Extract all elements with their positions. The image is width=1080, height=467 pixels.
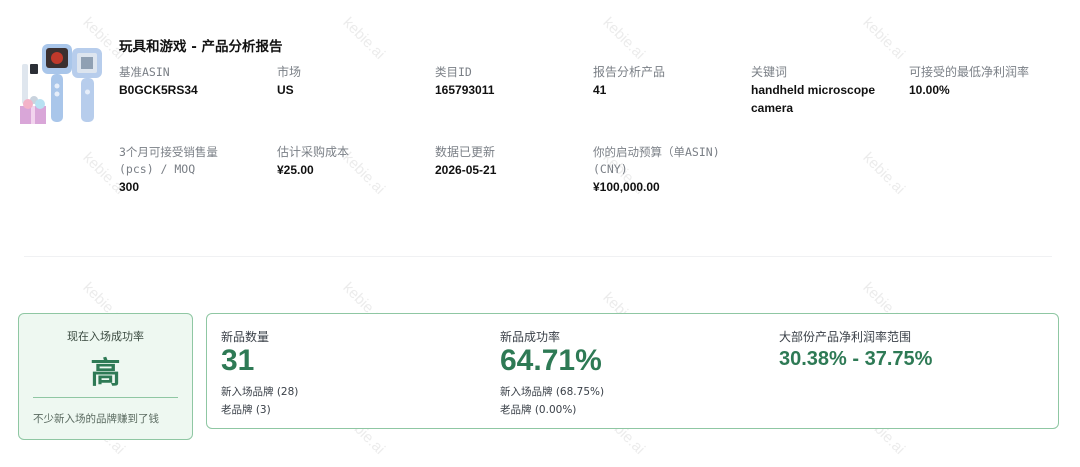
meta-label-category-id: 类目ID bbox=[435, 65, 472, 79]
meta-value-category-id: 165793011 bbox=[435, 83, 495, 97]
success-rate-value: 64.71% bbox=[500, 344, 602, 377]
meta-label-sales-moq: 3个月可接受销售量 (pcs) / MOQ bbox=[119, 145, 218, 176]
entry-success-value: 高 bbox=[90, 356, 121, 391]
entry-success-note: 不少新入场的品牌赚到了钱 bbox=[33, 413, 159, 425]
meta-value-purchase-cost: ¥25.00 bbox=[277, 163, 314, 177]
meta-value-base-asin: B0GCK5RS34 bbox=[119, 83, 198, 97]
meta-label-base-asin: 基准ASIN bbox=[119, 65, 170, 79]
entry-success-card: 现在入场成功率 高 不少新入场的品牌赚到了钱 bbox=[18, 313, 193, 440]
new-count-new-brands: 新入场品牌 (28) bbox=[221, 386, 299, 398]
success-rate-old-brands: 老品牌 (0.00%) bbox=[500, 404, 577, 416]
meta-label-analyzed-products: 报告分析产品 bbox=[593, 65, 666, 79]
meta-label-launch-budget: 你的启动预算（单ASIN) (CNY) bbox=[593, 145, 720, 176]
meta-value-launch-budget: ¥100,000.00 bbox=[593, 180, 660, 194]
entry-success-title: 现在入场成功率 bbox=[67, 330, 144, 343]
card-divider bbox=[33, 397, 178, 398]
section-divider bbox=[24, 256, 1052, 257]
meta-label-keyword: 关键词 bbox=[751, 65, 788, 79]
watermark: kebie.ai bbox=[859, 149, 909, 198]
new-count-old-brands: 老品牌 (3) bbox=[221, 404, 271, 416]
meta-label-data-updated: 数据已更新 bbox=[435, 145, 496, 159]
meta-label-purchase-cost: 估计采购成本 bbox=[277, 145, 350, 159]
meta-value-data-updated: 2026-05-21 bbox=[435, 163, 497, 177]
new-count-label: 新品数量 bbox=[221, 330, 270, 344]
watermark: kebie.ai bbox=[859, 14, 909, 63]
success-rate-label: 新品成功率 bbox=[500, 330, 561, 344]
meta-value-analyzed-products: 41 bbox=[593, 83, 607, 97]
meta-value-market: US bbox=[277, 83, 294, 97]
report-title: 玩具和游戏 - 产品分析报告 bbox=[119, 39, 283, 55]
margin-range-value: 30.38% - 37.75% bbox=[779, 348, 933, 370]
watermark: kebie.ai bbox=[599, 14, 649, 63]
meta-label-market: 市场 bbox=[277, 65, 302, 79]
new-product-stats-card: 新品数量 31 新入场品牌 (28) 老品牌 (3) 新品成功率 64.71% … bbox=[206, 313, 1059, 429]
meta-value-keyword: handheld microscope camera bbox=[751, 83, 876, 115]
margin-range-label: 大部份产品净利润率范围 bbox=[779, 330, 912, 344]
meta-value-min-margin: 10.00% bbox=[909, 83, 950, 97]
meta-label-min-margin: 可接受的最低净利润率 bbox=[909, 65, 1030, 79]
meta-value-sales-moq: 300 bbox=[119, 180, 140, 194]
success-rate-new-brands: 新入场品牌 (68.75%) bbox=[500, 386, 605, 398]
product-image bbox=[18, 34, 106, 126]
watermark: kebie.ai bbox=[339, 14, 389, 63]
new-count-value: 31 bbox=[221, 344, 255, 377]
